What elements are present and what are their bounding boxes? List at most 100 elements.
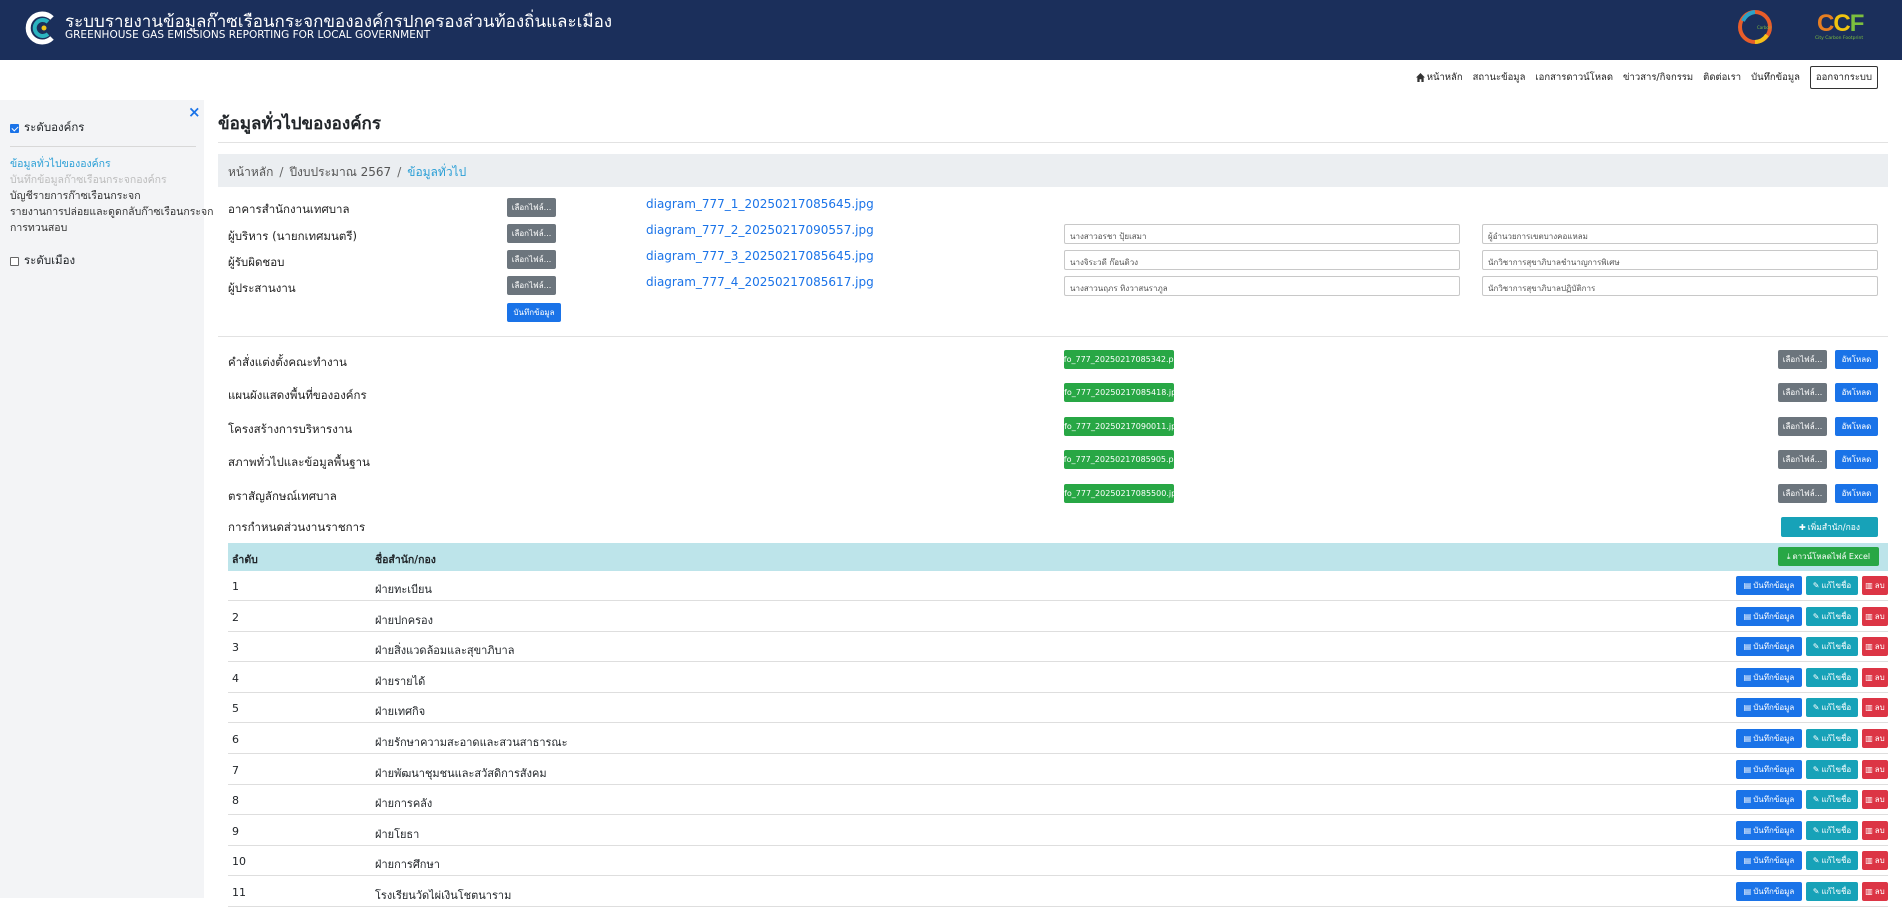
sidebar-item-emission-report[interactable]: รายงานการปล่อยและดูดกลับก๊าซเรือนกระจก bbox=[10, 204, 214, 220]
position-field[interactable]: นักวิชาการสุขาภิบาลชำนาญการพิเศษ bbox=[1482, 250, 1878, 270]
choose-file-button[interactable]: เลือกไฟล์... bbox=[507, 224, 556, 243]
download-excel-button[interactable]: ⤓ ดาวน์โหลดไฟล์ Excel bbox=[1778, 547, 1879, 566]
logout-button[interactable]: ออกจากระบบ bbox=[1809, 65, 1878, 89]
department-name: ฝ่ายการคลัง bbox=[375, 797, 433, 811]
row-number: 5 bbox=[232, 702, 239, 716]
add-department-button[interactable]: ✚ เพิ่มสำนัก/กอง bbox=[1781, 517, 1878, 537]
row-save-button[interactable]: ▤ บันทึกข้อมูล bbox=[1736, 851, 1802, 871]
save-icon: ▤ bbox=[1743, 581, 1752, 590]
row-delete-button[interactable]: ▥ ลบ bbox=[1862, 820, 1888, 840]
diagram-row: ผู้รับผิดชอบ เลือกไฟล์... diagram_777_3_… bbox=[218, 249, 1888, 272]
info-row: สภาพทั่วไปและข้อมูลพื้นฐาน info_777_2025… bbox=[218, 450, 1888, 472]
choose-file-button[interactable]: เลือกไฟล์... bbox=[1778, 450, 1827, 469]
row-edit-button[interactable]: ✎ แก้ไขชื่อ bbox=[1806, 698, 1858, 718]
sidebar-item-ghg-inventory[interactable]: บัญชีรายการก๊าซเรือนกระจก bbox=[10, 188, 200, 204]
table-row: 8 ฝ่ายการคลัง ▤ บันทึกข้อมูล ✎ แก้ไขชื่อ ▥ ลบ bbox=[228, 785, 1888, 816]
row-edit-button[interactable]: ✎ แก้ไขชื่อ bbox=[1806, 882, 1858, 901]
upload-button[interactable]: อัพโหลด bbox=[1835, 383, 1878, 402]
upload-button[interactable]: อัพโหลด bbox=[1835, 417, 1878, 436]
nav-news[interactable]: ข่าวสาร/กิจกรรม bbox=[1623, 70, 1693, 85]
department-name: โรงเรียนวัดไผ่เงินโชตนาราม bbox=[375, 889, 512, 902]
breadcrumb-home[interactable]: หน้าหลัก bbox=[228, 165, 273, 179]
diagram-file-link[interactable]: diagram_777_1_20250217085645.jpg bbox=[646, 197, 874, 211]
org-level-checkbox[interactable]: ระดับองค์กร bbox=[10, 119, 84, 137]
row-delete-button[interactable]: ▥ ลบ bbox=[1862, 667, 1888, 687]
upload-button[interactable]: อัพโหลด bbox=[1835, 484, 1878, 503]
row-save-button[interactable]: ▤ บันทึกข้อมูล bbox=[1736, 729, 1802, 748]
save-diagram-button[interactable]: บันทึกข้อมูล bbox=[507, 303, 561, 322]
row-edit-button[interactable]: ✎ แก้ไขชื่อ bbox=[1806, 576, 1858, 595]
row-save-button[interactable]: ▤ บันทึกข้อมูล bbox=[1736, 606, 1802, 626]
row-delete-button[interactable]: ▥ ลบ bbox=[1862, 759, 1888, 779]
row-number: 3 bbox=[232, 641, 239, 655]
breadcrumb-fiscal-year[interactable]: ปีงบประมาณ 2567 bbox=[289, 165, 391, 179]
choose-file-button[interactable]: เลือกไฟล์... bbox=[507, 276, 556, 295]
trash-icon: ▥ bbox=[1865, 581, 1873, 590]
diagram-file-link[interactable]: diagram_777_3_20250217085645.jpg bbox=[646, 249, 874, 263]
row-edit-button[interactable]: ✎ แก้ไขชื่อ bbox=[1806, 667, 1858, 687]
name-field[interactable]: นางสาวนฤภร ทิงวาสนราภูล bbox=[1064, 276, 1460, 296]
row-delete-button[interactable]: ▥ ลบ bbox=[1862, 637, 1888, 657]
row-edit-button[interactable]: ✎ แก้ไขชื่อ bbox=[1806, 637, 1858, 657]
choose-file-button[interactable]: เลือกไฟล์... bbox=[1778, 417, 1827, 436]
row-edit-button[interactable]: ✎ แก้ไขชื่อ bbox=[1806, 729, 1858, 748]
row-delete-button[interactable]: ▥ ลบ bbox=[1862, 606, 1888, 626]
info-file-badge[interactable]: info_777_20250217085500.jpg bbox=[1057, 484, 1181, 503]
info-file-badge[interactable]: info_777_20250217085905.pdf bbox=[1056, 450, 1182, 469]
row-save-button[interactable]: ▤ บันทึกข้อมูล bbox=[1736, 882, 1802, 901]
diagram-file-link[interactable]: diagram_777_2_20250217090557.jpg bbox=[646, 223, 874, 237]
row-delete-button[interactable]: ▥ ลบ bbox=[1862, 882, 1888, 901]
nav-record[interactable]: บันทึกข้อมูล bbox=[1751, 70, 1800, 85]
nav-home[interactable]: หน้าหลัก bbox=[1415, 70, 1463, 85]
checkbox-unchecked-icon[interactable] bbox=[10, 256, 19, 266]
sidebar-item-verification[interactable]: การทวนสอบ bbox=[10, 220, 200, 236]
table-row: 3 ฝ่ายสิ่งแวดล้อมและสุขาภิบาล ▤ บันทึกข้อมู… bbox=[228, 632, 1888, 663]
name-field[interactable]: นางจิระวดี ก๊อนดิวง bbox=[1064, 250, 1460, 270]
row-save-button[interactable]: ▤ บันทึกข้อมูล bbox=[1736, 637, 1802, 657]
info-file-badge[interactable]: info_777_20250217085418.jpg bbox=[1057, 383, 1181, 402]
sidebar-item-record-ghg[interactable]: บันทึกข้อมูลก๊าซเรือนกระจกองค์กร bbox=[10, 172, 200, 188]
row-delete-button[interactable]: ▥ ลบ bbox=[1862, 851, 1888, 871]
position-field[interactable]: ผู้อำนวยการเขตบางคอแหลม bbox=[1482, 224, 1878, 244]
upload-button[interactable]: อัพโหลด bbox=[1835, 350, 1878, 369]
row-delete-button[interactable]: ▥ ลบ bbox=[1862, 698, 1888, 718]
trash-icon: ▥ bbox=[1865, 611, 1873, 621]
row-save-button[interactable]: ▤ บันทึกข้อมูล bbox=[1736, 759, 1802, 779]
choose-file-button[interactable]: เลือกไฟล์... bbox=[507, 198, 556, 217]
close-icon[interactable]: × bbox=[188, 103, 201, 121]
row-save-button[interactable]: ▤ บันทึกข้อมูล bbox=[1736, 667, 1802, 687]
table-row: 6 ฝ่ายรักษาความสะอาดและสวนสาธารณะ ▤ บันทึกข… bbox=[228, 724, 1888, 754]
choose-file-button[interactable]: เลือกไฟล์... bbox=[507, 250, 556, 269]
row-delete-button[interactable]: ▥ ลบ bbox=[1862, 576, 1888, 595]
upload-button[interactable]: อัพโหลด bbox=[1835, 450, 1878, 469]
checkbox-checked-icon[interactable] bbox=[10, 123, 19, 133]
plus-icon: ✚ bbox=[1799, 522, 1806, 532]
row-edit-button[interactable]: ✎ แก้ไขชื่อ bbox=[1806, 759, 1858, 779]
city-level-checkbox[interactable]: ระดับเมือง bbox=[10, 252, 75, 270]
info-file-badge[interactable]: info_777_20250217085342.pdf bbox=[1056, 350, 1182, 369]
position-field[interactable]: นักวิชาการสุขาภิบาลปฏิบัติการ bbox=[1482, 276, 1878, 296]
choose-file-button[interactable]: เลือกไฟล์... bbox=[1778, 383, 1827, 402]
choose-file-button[interactable]: เลือกไฟล์... bbox=[1778, 484, 1827, 503]
info-file-badge[interactable]: info_777_20250217090011.jpg bbox=[1057, 417, 1181, 436]
row-save-button[interactable]: ▤ บันทึกข้อมูล bbox=[1736, 790, 1802, 810]
nav-status[interactable]: สถานะข้อมูล bbox=[1473, 70, 1526, 85]
info-label: แผนผังแสดงพื้นที่ขององค์กร bbox=[228, 388, 367, 402]
row-save-button[interactable]: ▤ บันทึกข้อมูล bbox=[1736, 820, 1802, 840]
row-delete-button[interactable]: ▥ ลบ bbox=[1862, 790, 1888, 810]
choose-file-button[interactable]: เลือกไฟล์... bbox=[1778, 350, 1827, 369]
row-edit-button[interactable]: ✎ แก้ไขชื่อ bbox=[1806, 820, 1858, 840]
row-edit-button[interactable]: ✎ แก้ไขชื่อ bbox=[1806, 851, 1858, 871]
nav-documents[interactable]: เอกสารดาวน์โหลด bbox=[1535, 70, 1613, 85]
name-field[interactable]: นางสาวอรชา ปุ้ยเสมา bbox=[1064, 224, 1460, 244]
row-delete-button[interactable]: ▥ ลบ bbox=[1862, 729, 1888, 748]
row-edit-button[interactable]: ✎ แก้ไขชื่อ bbox=[1806, 606, 1858, 626]
nav-contact[interactable]: ติดต่อเรา bbox=[1703, 70, 1741, 85]
diagram-file-link[interactable]: diagram_777_4_20250217085617.jpg bbox=[646, 275, 874, 289]
row-edit-button[interactable]: ✎ แก้ไขชื่อ bbox=[1806, 790, 1858, 810]
table-row: 9 ฝ่ายโยธา ▤ บันทึกข้อมูล ✎ แก้ไขชื่อ ▥ ลบ bbox=[228, 816, 1888, 846]
sidebar-item-general-info[interactable]: ข้อมูลทั่วไปขององค์กร bbox=[10, 156, 200, 172]
row-save-button[interactable]: ▤ บันทึกข้อมูล bbox=[1736, 698, 1802, 718]
row-save-button[interactable]: ▤ บันทึกข้อมูล bbox=[1736, 576, 1802, 595]
app-header: ระบบรายงานข้อมูลก๊าซเรือนกระจกขององค์กรป… bbox=[0, 0, 1902, 60]
